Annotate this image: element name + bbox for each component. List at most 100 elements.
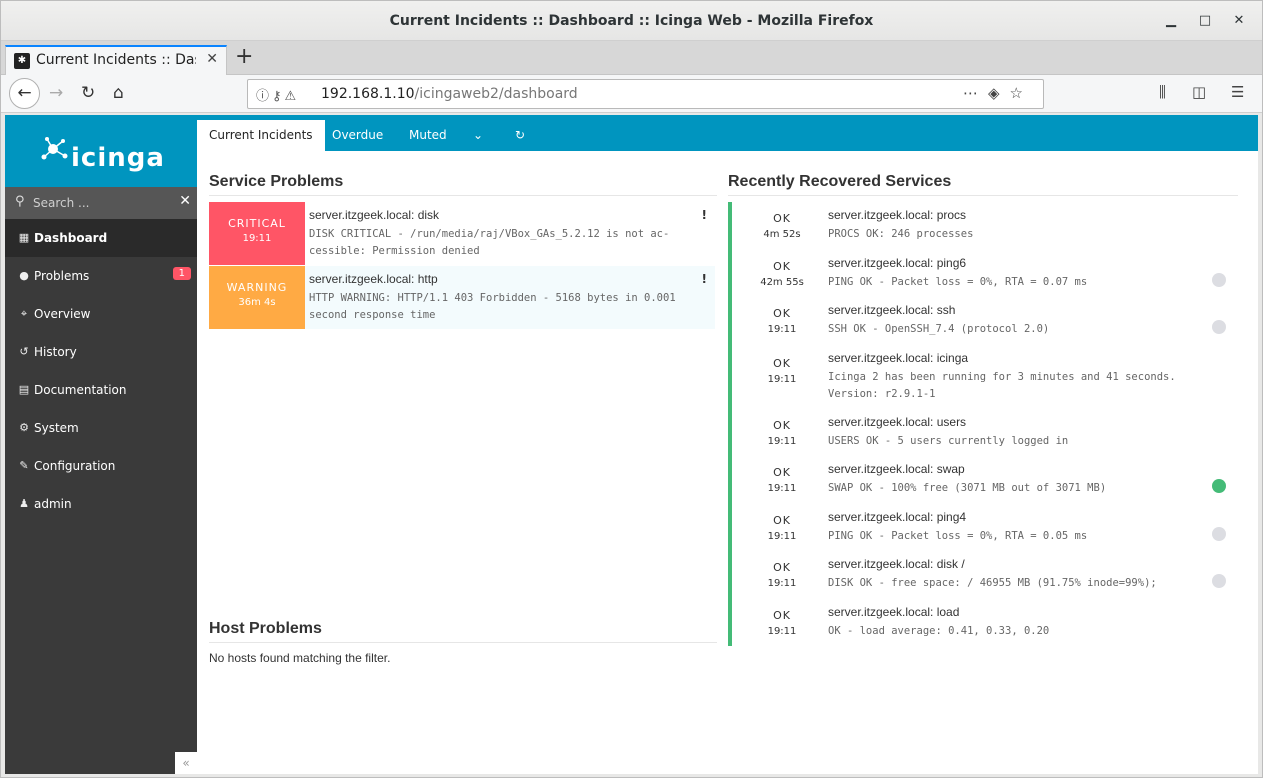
forward-icon[interactable]: → bbox=[49, 83, 63, 103]
grid-icon: ▦ bbox=[18, 231, 30, 244]
table-row[interactable]: WARNING 36m 4s server.itzgeek.local: htt… bbox=[209, 266, 717, 330]
more-icon[interactable]: ⋯ bbox=[963, 84, 988, 102]
tab-current-incidents[interactable]: Current Incidents bbox=[197, 120, 325, 151]
window-titlebar: Current Incidents :: Dashboard :: Icinga… bbox=[1, 1, 1262, 41]
table-row[interactable]: OK 19:11 server.itzgeek.local: swap SWAP … bbox=[728, 456, 1238, 504]
cogs-icon: ⚙ bbox=[19, 421, 29, 434]
maximize-icon[interactable]: □ bbox=[1188, 1, 1222, 41]
service-link[interactable]: server.itzgeek.local: icinga bbox=[828, 351, 968, 365]
bookmark-star-icon[interactable]: ☆ bbox=[1010, 84, 1033, 102]
service-link[interactable]: server.itzgeek.local: ping4 bbox=[828, 510, 966, 524]
service-problems-heading: Service Problems bbox=[209, 151, 717, 196]
collapse-sidebar-icon[interactable]: « bbox=[175, 752, 197, 774]
url-text[interactable]: 192.168.1.10/icingaweb2/dashboard bbox=[321, 86, 578, 102]
host-problems-heading: Host Problems bbox=[209, 620, 717, 643]
sidebar-item-system[interactable]: ⚙ System bbox=[5, 409, 197, 447]
state-badge-ok: OK 19:11 bbox=[742, 466, 822, 494]
table-row[interactable]: OK 19:11 server.itzgeek.local: icinga Ici… bbox=[728, 344, 1238, 409]
sidebar-item-documentation[interactable]: ▤ Documentation bbox=[5, 371, 197, 409]
state-label: OK bbox=[773, 608, 791, 622]
state-time: 4m 52s bbox=[763, 229, 801, 240]
book-icon: ▤ bbox=[18, 383, 30, 396]
state-time: 19:11 bbox=[767, 530, 797, 542]
service-link[interactable]: server.itzgeek.local: load bbox=[828, 605, 959, 619]
minimize-icon[interactable]: ▁ bbox=[1154, 1, 1188, 41]
clear-search-icon[interactable]: ✕ bbox=[179, 193, 191, 209]
state-time: 19:11 bbox=[767, 578, 797, 589]
menu-icon[interactable]: ☰ bbox=[1231, 83, 1244, 101]
state-time: 19:11 bbox=[767, 324, 797, 335]
page-actions[interactable]: ⋯◈☆ bbox=[963, 84, 1033, 102]
chevron-down-icon[interactable]: ⌄ bbox=[461, 120, 495, 151]
browser-window: Current Incidents :: Dashboard :: Icinga… bbox=[0, 0, 1263, 778]
sidebar-item-problems[interactable]: ● Problems 1 bbox=[5, 257, 197, 295]
tab-strip: ✱ Current Incidents :: Dashboard :: Icin… bbox=[1, 41, 1262, 76]
table-row[interactable]: OK 19:11 server.itzgeek.local: disk / DIS… bbox=[728, 551, 1238, 599]
search-icon: ⚲ bbox=[15, 194, 25, 209]
url-host: 192.168.1.10 bbox=[321, 86, 415, 102]
state-time: 19:11 bbox=[767, 435, 797, 447]
pocket-icon[interactable]: ◈ bbox=[988, 84, 1010, 102]
host-problems-panel: Host Problems No hosts found matching th… bbox=[209, 620, 717, 665]
tab-overdue[interactable]: Overdue bbox=[320, 120, 395, 151]
back-icon[interactable]: ← bbox=[9, 78, 40, 109]
table-row[interactable]: OK 42m 55s server.itzgeek.local: ping6 PI… bbox=[728, 249, 1238, 297]
state-badge-warning: WARNING 36m 4s bbox=[209, 266, 305, 329]
plugin-output: PING OK - Packet loss = 0%, RTA = 0.07 m… bbox=[828, 275, 1088, 288]
state-badge-ok: OK 4m 52s bbox=[742, 212, 822, 240]
sidebar-item-history[interactable]: ↺ History bbox=[5, 333, 197, 371]
tab-close-icon[interactable]: ✕ bbox=[206, 51, 218, 67]
table-row[interactable]: CRITICAL 19:11 server.itzgeek.local: dis… bbox=[209, 202, 717, 266]
state-time: 19:11 bbox=[767, 483, 797, 494]
search-input[interactable] bbox=[33, 193, 173, 213]
service-link[interactable]: server.itzgeek.local: ping6 bbox=[828, 256, 966, 270]
sidebar-item-label: System bbox=[34, 421, 79, 435]
state-badge-ok: OK 19:11 bbox=[742, 307, 822, 335]
sidebar-item-admin[interactable]: ♟ admin bbox=[5, 485, 197, 523]
binoculars-icon: ⌖ bbox=[20, 307, 28, 320]
service-link[interactable]: server.itzgeek.local: ssh bbox=[828, 303, 955, 317]
table-row[interactable]: OK 19:11 server.itzgeek.local: users USER… bbox=[728, 408, 1238, 456]
sidebar-item-label: History bbox=[34, 345, 77, 359]
url-bar[interactable]: ⓘ⚷⚠ 192.168.1.10/icingaweb2/dashboard ⋯◈… bbox=[247, 79, 1044, 109]
table-row[interactable]: OK 19:11 server.itzgeek.local: ssh SSH OK… bbox=[728, 297, 1238, 345]
perfdata-pie-icon bbox=[1212, 272, 1226, 287]
state-badge-ok: OK 19:11 bbox=[742, 561, 822, 589]
table-row[interactable]: OK 19:11 server.itzgeek.local: ping4 PING… bbox=[728, 503, 1238, 551]
service-link[interactable]: server.itzgeek.local: disk / bbox=[828, 557, 965, 571]
service-link[interactable]: server.itzgeek.local: swap bbox=[828, 462, 965, 476]
table-row[interactable]: OK 4m 52s server.itzgeek.local: procs PRO… bbox=[728, 202, 1238, 250]
user-icon: ♟ bbox=[19, 497, 29, 510]
site-info-icon[interactable]: ⓘ⚷⚠ bbox=[256, 85, 299, 104]
new-tab-button[interactable]: + bbox=[235, 44, 253, 70]
refresh-icon[interactable]: ↻ bbox=[503, 120, 537, 151]
state-label: OK bbox=[773, 466, 791, 479]
close-window-icon[interactable]: ✕ bbox=[1222, 1, 1256, 41]
dashboard-main: Current Incidents Overdue Muted ⌄ ↻ Serv… bbox=[197, 115, 1258, 774]
plugin-output: SWAP OK - 100% free (3071 MB out of 3071… bbox=[828, 482, 1107, 494]
home-icon[interactable]: ⌂ bbox=[113, 83, 124, 103]
sidebar: icinga ⚲ ✕ ▦ Dashboard ● Problems 1 ⌖ Ov… bbox=[5, 115, 197, 774]
sidebar-item-overview[interactable]: ⌖ Overview bbox=[5, 295, 197, 333]
browser-tab[interactable]: ✱ Current Incidents :: Dashboard :: Icin… bbox=[5, 45, 227, 76]
library-icon[interactable]: ⫼ bbox=[1159, 83, 1166, 101]
service-link[interactable]: server.itzgeek.local: disk bbox=[309, 208, 439, 222]
reload-icon[interactable]: ↻ bbox=[81, 83, 95, 103]
window-title: Current Incidents :: Dashboard :: Icinga… bbox=[389, 13, 874, 29]
perfdata-pie-icon bbox=[1212, 526, 1226, 541]
service-problems-panel: Service Problems CRITICAL 19:11 server.i… bbox=[209, 151, 717, 330]
service-link[interactable]: server.itzgeek.local: http bbox=[309, 272, 438, 286]
state-label: OK bbox=[773, 259, 791, 273]
state-badge-ok: OK 42m 55s bbox=[742, 260, 822, 288]
table-row[interactable]: OK 19:11 server.itzgeek.local: load OK - … bbox=[728, 598, 1238, 646]
state-badge-ok: OK 19:11 bbox=[742, 514, 822, 542]
service-link[interactable]: server.itzgeek.local: procs bbox=[828, 208, 966, 222]
sidebar-icon[interactable]: ◫ bbox=[1192, 83, 1206, 101]
service-link[interactable]: server.itzgeek.local: users bbox=[828, 415, 966, 429]
sidebar-item-configuration[interactable]: ✎ Configuration bbox=[5, 447, 197, 485]
tab-muted[interactable]: Muted bbox=[397, 120, 459, 151]
icinga-logo[interactable]: icinga bbox=[5, 115, 197, 187]
sidebar-item-dashboard[interactable]: ▦ Dashboard bbox=[5, 219, 197, 257]
unhandled-icon: ! bbox=[701, 272, 707, 286]
state-badge-critical: CRITICAL 19:11 bbox=[209, 202, 305, 265]
